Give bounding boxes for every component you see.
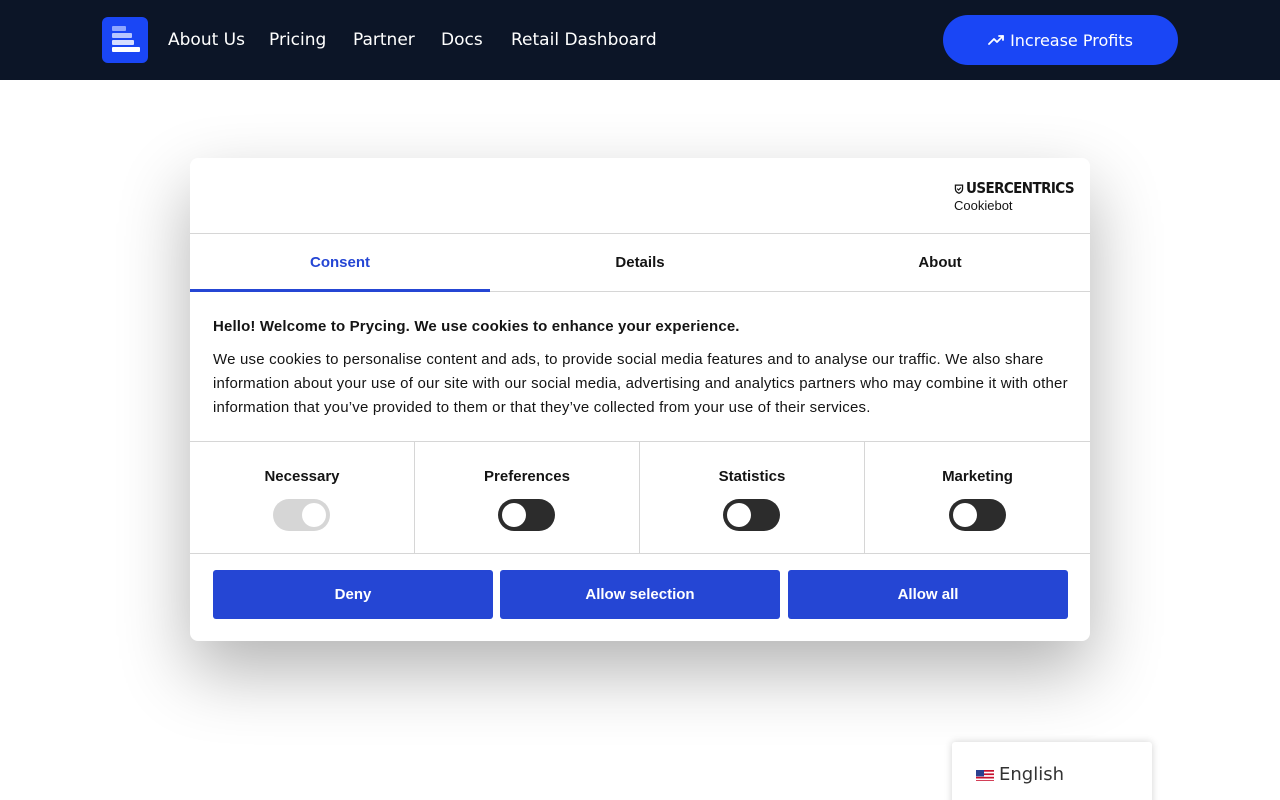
- brand-bottom-text: Cookiebot: [954, 198, 1013, 213]
- consent-description: We use cookies to personalise content an…: [213, 351, 1068, 416]
- category-label: Necessary: [264, 468, 340, 485]
- nav-link-pricing[interactable]: Pricing: [269, 29, 326, 51]
- shield-check-icon: [954, 183, 964, 194]
- us-flag-icon: [976, 769, 994, 781]
- language-selector[interactable]: English: [952, 742, 1152, 800]
- cookie-consent-dialog: USERCENTRICS Cookiebot Consent Details A…: [190, 158, 1090, 641]
- brand-top-text: USERCENTRICS: [965, 179, 1075, 197]
- tab-details[interactable]: Details: [490, 234, 790, 291]
- nav-link-docs[interactable]: Docs: [441, 29, 483, 51]
- deny-button[interactable]: Deny: [213, 570, 493, 619]
- statistics-toggle[interactable]: [723, 499, 780, 531]
- allow-all-button[interactable]: Allow all: [788, 570, 1068, 619]
- category-preferences: Preferences: [415, 442, 640, 554]
- category-label: Marketing: [942, 468, 1013, 485]
- nav-link-partner[interactable]: Partner: [353, 29, 415, 51]
- category-statistics: Statistics: [640, 442, 865, 554]
- tab-consent[interactable]: Consent: [190, 234, 490, 292]
- bars-logo-icon[interactable]: [102, 17, 148, 63]
- allow-selection-button[interactable]: Allow selection: [500, 570, 780, 619]
- nav-link-retail-dashboard[interactable]: Retail Dashboard: [511, 29, 657, 51]
- category-marketing: Marketing: [865, 442, 1090, 554]
- trending-up-icon: [988, 35, 1004, 45]
- necessary-toggle: [273, 499, 330, 531]
- increase-profits-label: Increase Profits: [1010, 30, 1133, 50]
- language-label: English: [999, 764, 1064, 785]
- marketing-toggle[interactable]: [948, 499, 1006, 531]
- usercentrics-cookiebot-logo[interactable]: USERCENTRICS Cookiebot: [954, 179, 1075, 216]
- consent-title: Hello! Welcome to Prycing. We use cookie…: [213, 318, 740, 335]
- category-necessary: Necessary: [190, 442, 415, 554]
- nav-link-about-us[interactable]: About Us: [168, 29, 245, 51]
- dialog-header: USERCENTRICS Cookiebot: [190, 158, 1090, 234]
- increase-profits-button[interactable]: Increase Profits: [943, 15, 1178, 65]
- category-label: Statistics: [718, 468, 786, 485]
- cookie-categories: Necessary Preferences Statistics Marketi…: [190, 441, 1090, 554]
- consent-tabs: Consent Details About: [190, 234, 1090, 292]
- top-navigation: About Us Pricing Partner Docs Retail Das…: [0, 0, 1280, 80]
- category-label: Preferences: [484, 468, 570, 485]
- consent-body: Hello! Welcome to Prycing. We use cookie…: [213, 318, 1069, 420]
- tab-about[interactable]: About: [790, 234, 1090, 291]
- preferences-toggle[interactable]: [498, 499, 555, 531]
